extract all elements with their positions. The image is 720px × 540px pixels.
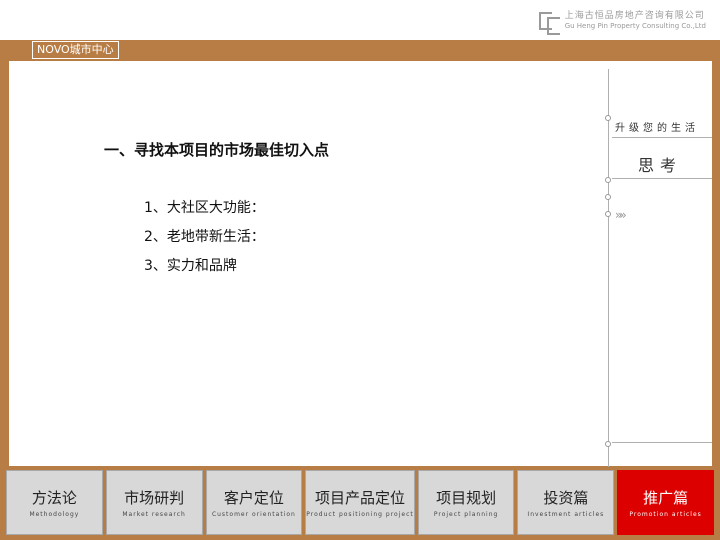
divider-node — [605, 177, 611, 183]
tab-label: 推广篇 — [643, 489, 689, 507]
section-headline: 一、寻找本项目的市场最佳切入点 — [104, 141, 330, 159]
tab-product-positioning[interactable]: 项目产品定位 Product positioning project — [305, 470, 415, 535]
tab-sublabel: Promotion articles — [629, 511, 702, 518]
bottom-navigation: 方法论 Methodology 市场研判 Market research 客户定… — [6, 470, 714, 535]
top-header: 上海古恒品房地产咨询有限公司 Gu Heng Pin Property Cons… — [0, 0, 720, 40]
divider-node — [605, 194, 611, 200]
tab-label: 项目规划 — [436, 489, 497, 507]
double-chevron-right-icon[interactable]: »» — [615, 208, 627, 222]
divider-node — [605, 441, 611, 447]
tab-sublabel: Investment articles — [527, 511, 605, 518]
tab-label: 客户定位 — [223, 489, 284, 507]
tab-label: 投资篇 — [543, 489, 589, 507]
section-label: 思考 — [637, 156, 682, 175]
point-item-2: 2、老地带新生活： — [144, 229, 265, 245]
tab-promotion[interactable]: 推广篇 Promotion articles — [617, 470, 714, 535]
tab-market-research[interactable]: 市场研判 Market research — [105, 470, 203, 535]
logo-text: 上海古恒品房地产咨询有限公司 Gu Heng Pin Property Cons… — [565, 11, 706, 31]
company-logo[interactable]: 上海古恒品房地产咨询有限公司 Gu Heng Pin Property Cons… — [538, 10, 706, 35]
project-brand-label: NOVO城市中心 — [32, 41, 119, 59]
sidebar-rule — [612, 178, 712, 179]
tab-methodology[interactable]: 方法论 Methodology — [6, 470, 103, 535]
divider-node — [605, 211, 611, 217]
tab-project-planning[interactable]: 项目规划 Project planning — [417, 470, 515, 535]
tab-customer-orientation[interactable]: 客户定位 Customer orientation — [205, 470, 303, 535]
point-item-3: 3、实力和品牌 — [144, 258, 237, 274]
tab-sublabel: Market research — [122, 511, 186, 518]
slogan-text: 升级您的生活 — [615, 123, 699, 134]
tab-sublabel: Product positioning project — [306, 511, 414, 518]
sidebar-divider — [608, 69, 609, 467]
tab-label: 方法论 — [31, 489, 77, 507]
tab-sublabel: Customer orientation — [211, 511, 296, 518]
content-panel: 一、寻找本项目的市场最佳切入点 1、大社区大功能： 2、老地带新生活： 3、实力… — [9, 61, 712, 467]
tab-label: 项目产品定位 — [314, 489, 405, 507]
logo-chinese-name: 上海古恒品房地产咨询有限公司 — [564, 11, 705, 21]
divider-node — [605, 115, 611, 121]
logo-mark-icon — [538, 10, 561, 35]
tab-sublabel: Project planning — [433, 511, 499, 518]
sidebar-rule — [612, 137, 712, 138]
tab-investment[interactable]: 投资篇 Investment articles — [517, 470, 615, 535]
tab-label: 市场研判 — [124, 489, 185, 507]
tab-sublabel: Methodology — [29, 511, 80, 518]
logo-english-name: Gu Heng Pin Property Consulting Co.,Ltd — [564, 22, 706, 30]
sidebar-rule — [612, 442, 712, 443]
point-item-1: 1、大社区大功能： — [144, 200, 265, 216]
